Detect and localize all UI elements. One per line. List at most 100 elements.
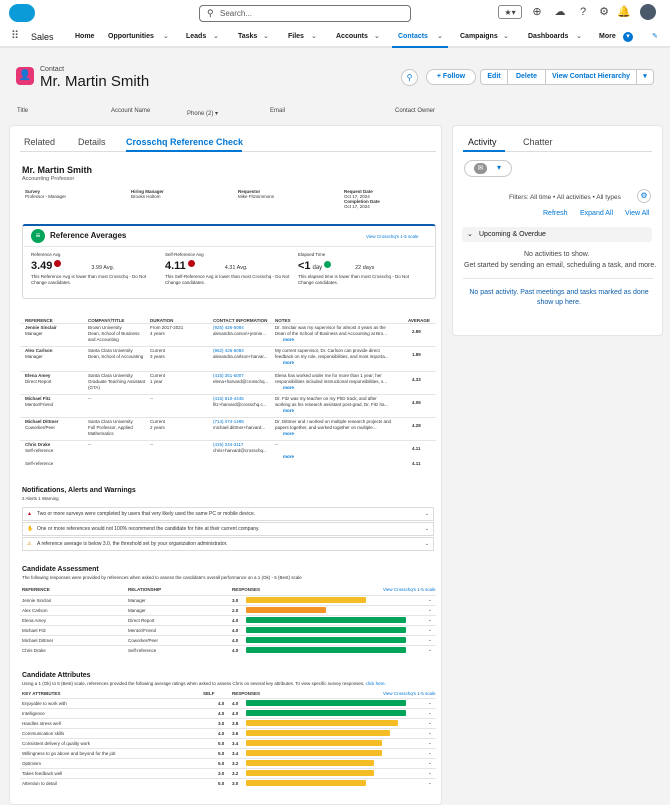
attribute-row[interactable]: Optimism 5.0 3.2 ⌄ (22, 759, 436, 768)
chevron-down-icon[interactable]: ⌄ (428, 607, 432, 613)
chevron-down-icon[interactable]: ⌄ (428, 617, 432, 623)
attribute-row[interactable]: Handles stress well 3.0 3.8 ⌄ (22, 719, 436, 728)
follow-button[interactable]: + Follow (426, 69, 476, 85)
assessment-row[interactable]: Michael Fitz Mentor/Friend 4.0 ⌄ (22, 626, 436, 635)
salesforce-logo[interactable] (9, 4, 35, 22)
chevron-down-icon[interactable]: ⌄ (374, 32, 380, 40)
chevron-down-icon[interactable]: ⌄ (428, 637, 432, 643)
chevron-down-icon[interactable]: ⌄ (428, 730, 432, 736)
nav-accounts[interactable]: Accounts (336, 33, 368, 40)
nav-dashboards[interactable]: Dashboards (528, 33, 568, 40)
nav-more[interactable]: More (599, 33, 616, 40)
gear-icon[interactable]: ⚙ (597, 5, 611, 19)
expand-all-link[interactable]: Expand All (580, 210, 613, 217)
table-row[interactable]: Michael Fitz Mentor/Friend -- -- (415) 6… (25, 396, 435, 418)
chevron-down-icon[interactable]: ⌄ (428, 720, 432, 726)
more-link[interactable]: more (283, 385, 294, 390)
nav-tasks[interactable]: Tasks (238, 33, 257, 40)
favorites-icon[interactable]: ★▾ (498, 5, 522, 19)
chevron-down-icon[interactable]: ⌄ (425, 508, 429, 521)
edit-button[interactable]: Edit (480, 69, 508, 85)
tab-details[interactable]: Details (78, 137, 106, 147)
view-hierarchy-button[interactable]: View Contact Hierarchy (545, 69, 637, 85)
attribute-row[interactable]: Consistent delivery of quality work 5.0 … (22, 739, 436, 748)
add-icon[interactable]: ⊕ (530, 5, 544, 19)
tab-crosschq[interactable]: Crosschq Reference Check (126, 137, 243, 147)
more-link[interactable]: more (283, 408, 294, 413)
nav-leads[interactable]: Leads (186, 33, 206, 40)
chevron-down-icon[interactable]: ⌄ (428, 710, 432, 716)
chevron-down-icon[interactable]: ⌄ (425, 538, 429, 551)
chevron-down-icon[interactable]: ⌄ (428, 760, 432, 766)
tab-chatter[interactable]: Chatter (523, 137, 553, 147)
nav-contacts[interactable]: Contacts (398, 33, 428, 40)
chevron-down-icon[interactable]: ⌄ (213, 32, 219, 40)
chevron-down-icon[interactable]: ⌄ (428, 750, 432, 756)
chevron-down-icon[interactable]: ⌄ (263, 32, 269, 40)
more-link[interactable]: more (283, 431, 294, 436)
user-avatar[interactable] (640, 4, 656, 20)
scale-link[interactable]: View Crosschq's 1-5 scale (366, 234, 419, 239)
email-action-button[interactable]: ✉ ▾ (464, 160, 512, 177)
notifications-title: Notifications, Alerts and Warnings (22, 487, 136, 494)
nav-campaigns[interactable]: Campaigns (460, 33, 498, 40)
hierarchy-icon[interactable]: ⚲ (401, 69, 418, 86)
click-here-link[interactable]: click here. (366, 681, 386, 686)
chevron-down-icon[interactable]: ⌄ (311, 32, 317, 40)
view-all-link[interactable]: View All (625, 210, 649, 217)
chevron-down-icon[interactable]: ⌄ (425, 523, 429, 536)
chevron-down-icon[interactable]: ⌄ (437, 32, 443, 40)
chevron-down-icon[interactable]: ⌄ (163, 32, 169, 40)
attribute-row[interactable]: Enjoyable to work with 4.0 4.0 ⌄ (22, 699, 436, 708)
assessment-row[interactable]: Elena Amey Direct Report 4.0 ⌄ (22, 616, 436, 625)
bell-icon[interactable]: 🔔 (617, 5, 631, 19)
more-link[interactable]: more (283, 337, 294, 342)
assessment-row[interactable]: Michael Dittmer Coworker/Peer 4.0 ⌄ (22, 636, 436, 645)
trailhead-icon[interactable]: ☁ (553, 5, 567, 19)
upcoming-section[interactable]: ⌄ Upcoming & Overdue (462, 227, 652, 242)
meta-survey: Survey Professor - Manager (25, 189, 67, 199)
edit-nav-icon[interactable]: ✎ (652, 32, 658, 40)
scale-link[interactable]: View Crosschq's 1-5 scale (383, 587, 436, 592)
refresh-link[interactable]: Refresh (543, 210, 568, 217)
assessment-row[interactable]: Jennie Sinclair Manager 3.0 ⌄ (22, 596, 436, 605)
tab-activity[interactable]: Activity (468, 137, 497, 147)
chevron-down-icon[interactable]: ⌄ (428, 740, 432, 746)
filter-gear-icon[interactable]: ⚙ (637, 189, 651, 203)
table-row[interactable]: Alex Carlson Manager Santa Clara Univers… (25, 348, 435, 370)
chevron-down-icon[interactable]: ⌄ (428, 780, 432, 786)
attribute-row[interactable]: Communication skills 4.0 3.6 ⌄ (22, 729, 436, 738)
assessment-row[interactable]: Chris Drake Self-reference 4.0 ⌄ (22, 646, 436, 655)
chevron-down-icon[interactable]: ⌄ (428, 700, 432, 706)
field-phone[interactable]: Phone (2) ▾ (187, 110, 218, 117)
tab-related[interactable]: Related (24, 137, 55, 147)
assessment-row[interactable]: Alex Carlson Manager 2.0 ⌄ (22, 606, 436, 615)
scale-link[interactable]: View Crosschq's 1-5 scale (383, 691, 436, 696)
table-row[interactable]: Michael Dittmer Coworker/Peer Santa Clar… (25, 419, 435, 441)
global-search[interactable]: ⚲ Search... (199, 5, 411, 22)
chevron-down-icon[interactable]: ⌄ (428, 627, 432, 633)
chevron-down-icon[interactable]: ⌄ (428, 647, 432, 653)
chevron-down-icon[interactable]: ⌄ (576, 32, 582, 40)
more-actions-button[interactable]: ▾ (636, 69, 654, 85)
table-row[interactable]: Jennie Sinclair Manager Brown University… (25, 325, 435, 347)
nav-home[interactable]: Home (75, 33, 94, 40)
app-launcher-icon[interactable]: ⠿ (11, 31, 19, 42)
table-row[interactable]: Chris Drake Self-reference -- -- (415) 2… (25, 442, 435, 464)
chevron-down-icon[interactable]: ⌄ (428, 770, 432, 776)
more-chevron-icon[interactable]: ▾ (623, 32, 633, 42)
nav-opportunities[interactable]: Opportunities (108, 33, 154, 40)
more-link[interactable]: more (283, 360, 294, 365)
attribute-row[interactable]: Intelligence 4.0 4.0 ⌄ (22, 709, 436, 718)
more-link[interactable]: more (283, 454, 294, 459)
table-row[interactable]: Elena Amey Direct Report Santa Clara Uni… (25, 373, 435, 395)
delete-button[interactable]: Delete (507, 69, 546, 85)
attribute-row[interactable]: Willingness to go above and beyond for t… (22, 749, 436, 758)
search-icon: ⚲ (207, 8, 214, 18)
chevron-down-icon[interactable]: ⌄ (503, 32, 509, 40)
attribute-row[interactable]: Takes feedback well 3.0 3.2 ⌄ (22, 769, 436, 778)
chevron-down-icon[interactable]: ⌄ (428, 597, 432, 603)
help-icon[interactable]: ? (576, 5, 590, 19)
nav-files[interactable]: Files (288, 33, 304, 40)
attribute-row[interactable]: Attention to detail 5.0 3.0 ⌄ (22, 779, 436, 788)
